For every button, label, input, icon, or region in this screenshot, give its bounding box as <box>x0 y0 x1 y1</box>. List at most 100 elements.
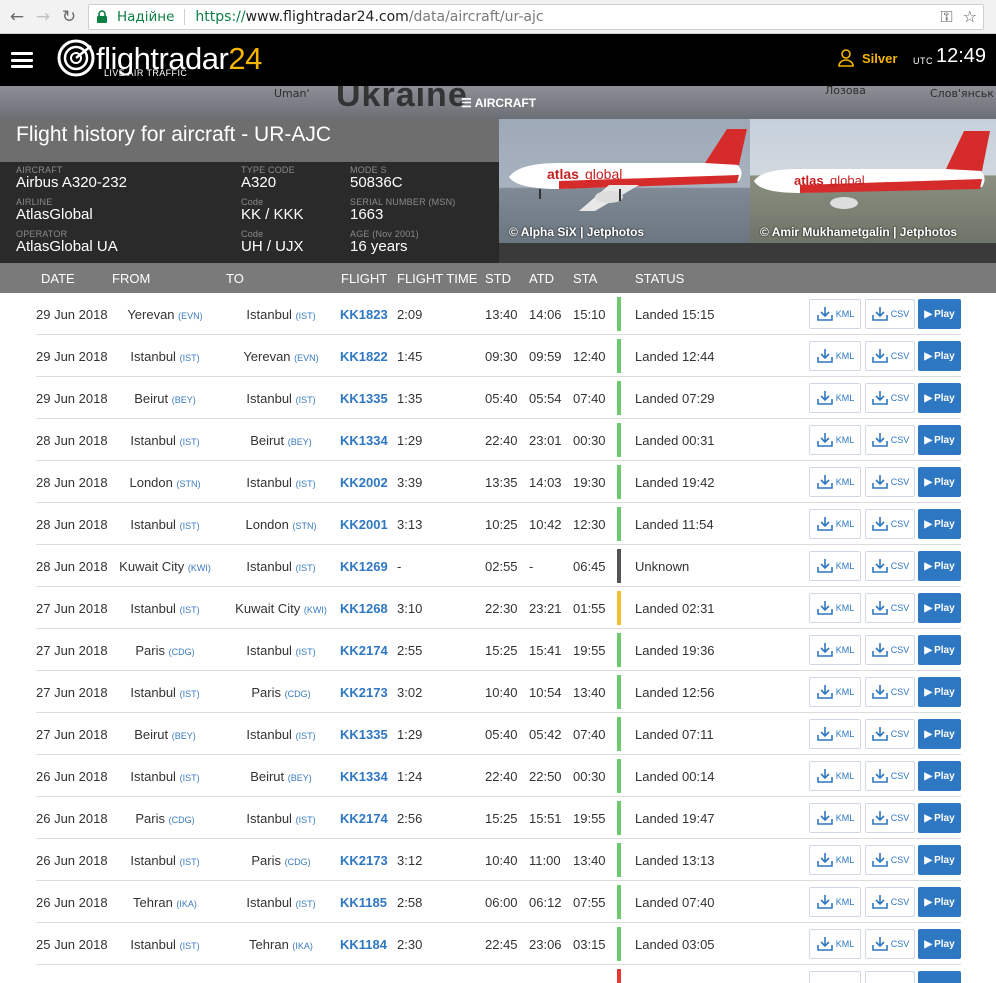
aircraft-photo[interactable]: atlas global © Amir Mukhametgalin | Jetp… <box>750 119 996 243</box>
play-button[interactable]: ▶ Play <box>918 635 961 665</box>
flight-link[interactable]: KK2173 <box>340 853 388 868</box>
csv-download-button[interactable]: CSV <box>865 761 915 791</box>
to-iata[interactable]: (IST) <box>296 899 316 909</box>
from-iata[interactable]: (IST) <box>180 521 200 531</box>
csv-download-button[interactable]: CSV <box>865 383 915 413</box>
csv-download-button[interactable]: CSV <box>865 551 915 581</box>
csv-download-button[interactable]: CSV <box>865 509 915 539</box>
to-iata[interactable]: (EVN) <box>294 353 319 363</box>
from-iata[interactable]: (IST) <box>180 773 200 783</box>
play-button[interactable]: ▶ Play <box>918 803 961 833</box>
csv-download-button[interactable]: CSV <box>865 635 915 665</box>
kml-download-button[interactable]: KML <box>809 803 861 833</box>
flight-link[interactable]: KK1334 <box>340 433 388 448</box>
flight-link[interactable]: KK1185 <box>340 895 387 910</box>
to-iata[interactable]: (BEY) <box>288 437 312 447</box>
kml-download-button[interactable]: KML <box>809 383 861 413</box>
kml-download-button[interactable]: KML <box>809 761 861 791</box>
kml-download-button[interactable]: KML <box>809 467 861 497</box>
flight-link[interactable]: KK1335 <box>340 727 388 742</box>
play-button[interactable]: ▶ Play <box>918 341 961 371</box>
to-iata[interactable]: (IST) <box>296 815 316 825</box>
from-iata[interactable]: (CDG) <box>169 815 195 825</box>
to-iata[interactable]: (KWI) <box>304 605 327 615</box>
csv-download-button[interactable]: CSV <box>865 467 915 497</box>
from-iata[interactable]: (BEY) <box>172 731 196 741</box>
flight-link[interactable]: KK1184 <box>340 937 387 952</box>
photo-credit[interactable]: © Amir Mukhametgalin | Jetphotos <box>760 225 957 239</box>
to-iata[interactable]: (IST) <box>296 563 316 573</box>
flight-link[interactable]: KK1823 <box>340 307 388 322</box>
from-iata[interactable]: (CDG) <box>169 647 195 657</box>
to-iata[interactable]: (STN) <box>293 521 317 531</box>
to-iata[interactable]: (IKA) <box>292 941 313 951</box>
to-iata[interactable]: (IST) <box>296 479 316 489</box>
flight-link[interactable]: KK2174 <box>340 643 388 658</box>
play-button[interactable]: ▶ Play <box>918 929 961 959</box>
aircraft-photo[interactable]: atlas global © Alpha SiX | Jetphotos <box>499 119 750 243</box>
photo-credit[interactable]: © Alpha SiX | Jetphotos <box>509 225 644 239</box>
kml-download-button[interactable]: KML <box>809 635 861 665</box>
csv-download-button[interactable] <box>865 971 915 983</box>
kml-download-button[interactable] <box>809 971 861 983</box>
play-button[interactable]: ▶ Play <box>918 887 961 917</box>
kml-download-button[interactable]: KML <box>809 677 861 707</box>
play-button[interactable]: ▶ Play <box>918 509 961 539</box>
csv-download-button[interactable]: CSV <box>865 719 915 749</box>
play-button[interactable]: ▶ Play <box>918 551 961 581</box>
to-iata[interactable]: (CDG) <box>285 857 311 867</box>
csv-download-button[interactable]: CSV <box>865 593 915 623</box>
play-button[interactable]: ▶ Play <box>918 761 961 791</box>
star-icon[interactable]: ☆ <box>963 7 977 27</box>
to-iata[interactable]: (BEY) <box>288 773 312 783</box>
reload-icon[interactable]: ↻ <box>58 6 80 28</box>
to-iata[interactable]: (IST) <box>296 731 316 741</box>
csv-download-button[interactable]: CSV <box>865 887 915 917</box>
flight-link[interactable]: KK2001 <box>340 517 388 532</box>
csv-download-button[interactable]: CSV <box>865 341 915 371</box>
kml-download-button[interactable]: KML <box>809 509 861 539</box>
from-iata[interactable]: (IST) <box>180 941 200 951</box>
address-bar[interactable]: Надійне https://www.flightradar24.com/da… <box>88 4 984 30</box>
from-iata[interactable]: (IST) <box>180 689 200 699</box>
flight-link[interactable]: KK1269 <box>340 559 388 574</box>
from-iata[interactable]: (IST) <box>180 605 200 615</box>
play-button[interactable]: ▶ Play <box>918 425 961 455</box>
to-iata[interactable]: (IST) <box>296 311 316 321</box>
csv-download-button[interactable]: CSV <box>865 803 915 833</box>
from-iata[interactable]: (BEY) <box>172 395 196 405</box>
to-iata[interactable]: (CDG) <box>285 689 311 699</box>
kml-download-button[interactable]: KML <box>809 299 861 329</box>
aircraft-tab[interactable]: ☰ AIRCRAFT <box>461 96 536 110</box>
play-button[interactable]: ▶ Play <box>918 299 961 329</box>
from-iata[interactable]: (IST) <box>180 353 200 363</box>
key-icon[interactable]: ⚿ <box>940 7 952 27</box>
forward-arrow-icon[interactable]: → <box>32 6 54 28</box>
from-iata[interactable]: (EVN) <box>178 311 203 321</box>
kml-download-button[interactable]: KML <box>809 551 861 581</box>
play-button[interactable]: ▶ Play <box>918 719 961 749</box>
play-button[interactable] <box>918 971 961 983</box>
kml-download-button[interactable]: KML <box>809 845 861 875</box>
kml-download-button[interactable]: KML <box>809 341 861 371</box>
play-button[interactable]: ▶ Play <box>918 467 961 497</box>
kml-download-button[interactable]: KML <box>809 425 861 455</box>
flight-link[interactable]: KK1334 <box>340 769 388 784</box>
csv-download-button[interactable]: CSV <box>865 677 915 707</box>
flight-link[interactable]: KK2174 <box>340 811 388 826</box>
flight-link[interactable]: KK2002 <box>340 475 388 490</box>
flight-link[interactable]: KK1822 <box>340 349 388 364</box>
csv-download-button[interactable]: CSV <box>865 929 915 959</box>
kml-download-button[interactable]: KML <box>809 929 861 959</box>
play-button[interactable]: ▶ Play <box>918 845 961 875</box>
play-button[interactable]: ▶ Play <box>918 677 961 707</box>
menu-icon[interactable] <box>11 52 33 68</box>
flight-link[interactable]: KK1335 <box>340 391 388 406</box>
play-button[interactable]: ▶ Play <box>918 383 961 413</box>
kml-download-button[interactable]: KML <box>809 593 861 623</box>
from-iata[interactable]: (STN) <box>177 479 201 489</box>
csv-download-button[interactable]: CSV <box>865 845 915 875</box>
flight-link[interactable]: KK2173 <box>340 685 388 700</box>
from-iata[interactable]: (KWI) <box>188 563 211 573</box>
to-iata[interactable]: (IST) <box>296 395 316 405</box>
